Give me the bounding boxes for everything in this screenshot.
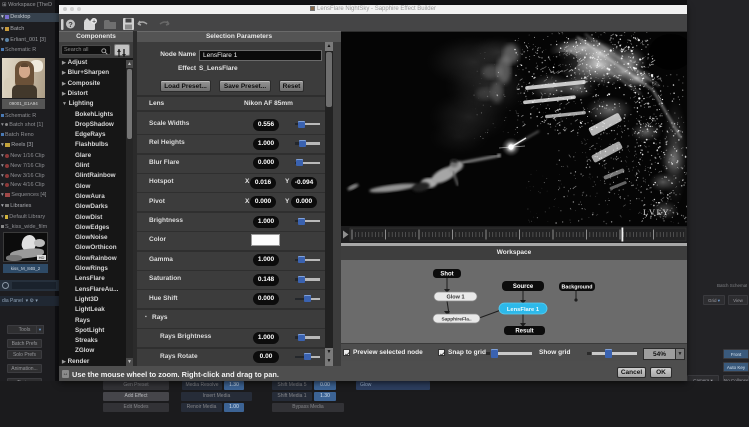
svg-text:SapphireFla..: SapphireFla.. xyxy=(441,316,471,322)
svg-text:Shot: Shot xyxy=(440,272,453,278)
svg-text:LensFlare 1: LensFlare 1 xyxy=(507,307,540,313)
svg-text:?: ? xyxy=(68,20,73,29)
svg-text:+: + xyxy=(92,18,96,25)
svg-text:Source: Source xyxy=(513,284,534,290)
svg-text:Glow 1: Glow 1 xyxy=(446,295,464,301)
svg-text:Background: Background xyxy=(562,284,593,290)
svg-text:LVLY: LVLY xyxy=(643,207,670,217)
svg-text:Result: Result xyxy=(515,329,533,335)
